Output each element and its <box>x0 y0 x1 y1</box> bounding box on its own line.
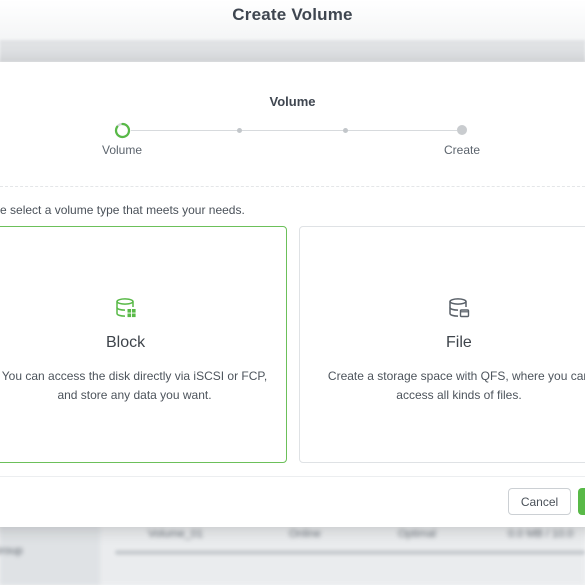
screen: Group Volume_01 Online Optimal 0.0 MB / … <box>0 0 585 585</box>
next-button[interactable] <box>578 488 585 515</box>
wizard-heading: Volume <box>269 94 316 109</box>
block-card-title: Block <box>106 334 146 351</box>
background-sidebar-item: Group <box>0 545 23 557</box>
file-card-description-line2: access all kinds of files. <box>396 388 522 402</box>
window-title: Create Volume <box>232 5 353 24</box>
step-3-dot <box>343 128 348 133</box>
cancel-button[interactable]: Cancel <box>508 488 571 515</box>
instruction-text: Please select a volume type that meets y… <box>0 203 245 217</box>
block-storage-icon <box>116 298 136 318</box>
block-card-description: You can access the disk directly via iSC… <box>0 367 298 405</box>
file-card-title: File <box>446 334 472 351</box>
background-row-name: Volume_01 <box>148 528 204 540</box>
footer-divider <box>0 476 585 477</box>
section-divider <box>0 186 585 187</box>
file-card-description: Create a storage space with QFS, where y… <box>300 367 585 405</box>
titlebar-shadow <box>0 40 585 62</box>
block-card-description-line1: You can access the disk directly via iSC… <box>1 369 268 383</box>
volume-type-file-card[interactable]: File Create a storage space with QFS, wh… <box>299 226 585 463</box>
background-row-usage: 0.0 MB / 10.0 <box>508 528 574 540</box>
step-volume-progress-icon <box>114 122 131 139</box>
block-card-description-line2: and store any data you want. <box>57 388 212 402</box>
step-label-create: Create <box>444 143 481 157</box>
background-row-health: Optimal <box>398 528 436 540</box>
step-2-dot <box>237 128 242 133</box>
volume-type-block-card[interactable]: Block You can access the disk directly v… <box>0 226 287 463</box>
background-scrollbar <box>115 550 585 555</box>
stepper-track <box>131 130 457 131</box>
file-card-description-line1: Create a storage space with QFS, where y… <box>327 369 585 383</box>
background-row-status: Online <box>289 528 321 540</box>
step-label-volume: Volume <box>102 143 143 157</box>
window-titlebar: Create Volume <box>0 0 585 40</box>
step-create-dot <box>457 125 467 135</box>
file-storage-icon <box>449 298 470 318</box>
